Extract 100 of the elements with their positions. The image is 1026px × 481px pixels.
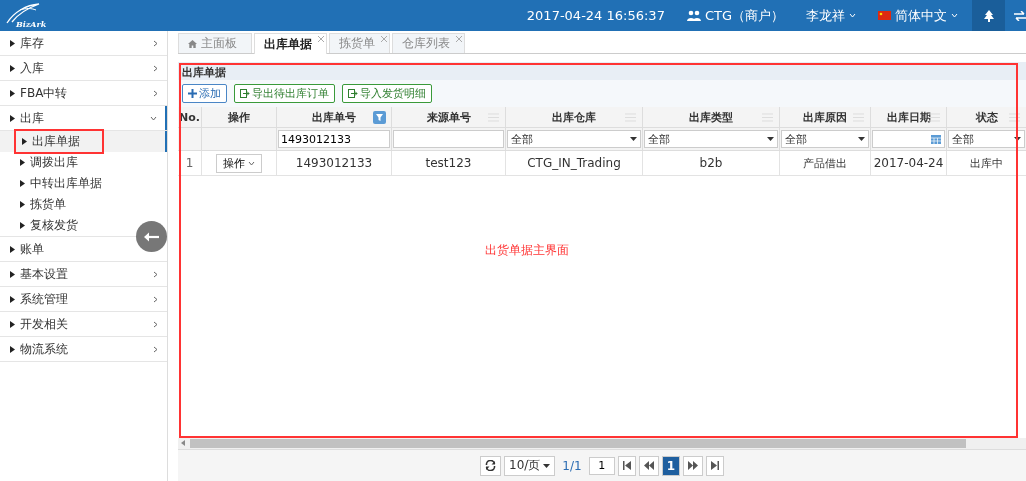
sidebar-item[interactable]: 开发相关 (0, 312, 167, 336)
column-header[interactable]: 来源单号 (392, 107, 506, 128)
page-button[interactable]: 1 (661, 455, 680, 476)
sidebar-item[interactable]: 物流系统 (0, 337, 167, 361)
export-button[interactable]: 导入发货明细 (342, 84, 432, 103)
submenu-item[interactable]: 复核发货 (0, 215, 130, 236)
last-page-button[interactable] (706, 455, 724, 476)
triangle-icon (10, 345, 15, 353)
column-header[interactable]: 状态 (947, 107, 1026, 128)
filter-dropdown[interactable]: 全部 (781, 130, 869, 148)
annotation-text: 出货单据主界面 (485, 242, 569, 259)
column-header[interactable]: 出库仓库 (506, 107, 643, 128)
refresh-button[interactable] (480, 455, 501, 476)
highlight-frame: 出库单据 (14, 129, 104, 154)
submenu-item[interactable]: 中转出库单据 (0, 173, 130, 194)
filter-dropdown[interactable]: 全部 (948, 130, 1025, 148)
export-icon (348, 89, 358, 98)
chevron-down-icon (150, 114, 157, 122)
sidebar-item[interactable]: 账单 (0, 237, 136, 261)
chevron-right-icon (152, 64, 159, 72)
first-page-icon (622, 461, 631, 470)
page-field[interactable]: 1 (588, 456, 615, 475)
fast-forward-icon (688, 461, 698, 470)
triangle-icon (10, 114, 15, 122)
sidebar-item[interactable]: 库存 (0, 31, 167, 55)
page-size-dropdown[interactable]: 10/页 (504, 455, 556, 476)
refresh-icon (485, 460, 496, 471)
chevron-down-icon (849, 13, 856, 18)
chevron-right-icon (152, 345, 159, 353)
column-header[interactable]: 出库类型 (643, 107, 780, 128)
next-page-button[interactable] (683, 455, 703, 476)
submenu-item[interactable]: 出库单据 (0, 131, 167, 152)
action-dropdown[interactable]: 操作 (216, 153, 262, 173)
caret-icon (1014, 137, 1021, 141)
previous-page-button[interactable] (638, 455, 659, 476)
triangle-icon (10, 39, 15, 47)
horizontal-scrollbar[interactable] (178, 438, 1026, 449)
flag-icon (878, 11, 891, 20)
column-header[interactable]: 操作 (202, 107, 277, 128)
chevron-right-icon (152, 89, 159, 97)
column-header[interactable]: 出库原因 (780, 107, 871, 128)
close-icon[interactable] (456, 36, 462, 42)
datetime: 2017-04-24 16:56:37 (526, 8, 665, 23)
filter-dropdown[interactable]: 全部 (507, 130, 641, 148)
close-icon[interactable] (381, 36, 387, 42)
swap-icon[interactable] (1014, 10, 1026, 21)
column-header[interactable]: 出库日期 (871, 107, 947, 128)
plus-icon (188, 89, 197, 98)
sidebar-item[interactable]: 系统管理 (0, 287, 167, 311)
notification-button[interactable] (972, 0, 1005, 31)
table-cell: 1493012133 (277, 151, 392, 176)
table-cell: 出库中 (947, 151, 1026, 176)
chevron-right-icon (152, 39, 159, 47)
row-number: 1 (178, 151, 202, 176)
first-page-button[interactable] (617, 455, 636, 476)
logo-text: BizArk (16, 19, 47, 29)
caret-icon (630, 137, 637, 141)
table-cell: 2017-04-24 (871, 151, 947, 176)
scroll-left-icon (181, 440, 185, 446)
close-icon[interactable] (318, 36, 324, 42)
tab[interactable]: 出库单据 (254, 33, 327, 54)
export-button[interactable]: 导出待出库订单 (234, 84, 335, 103)
triangle-icon (10, 64, 15, 72)
calendar-icon (931, 134, 941, 144)
caret-icon (543, 463, 551, 468)
language-menu[interactable]: 简体中文 (878, 6, 958, 25)
table-cell: test123 (392, 151, 506, 176)
table-cell: b2b (643, 151, 780, 176)
home-icon (188, 39, 197, 48)
chevron-right-icon (152, 295, 159, 303)
chevron-right-icon (152, 270, 159, 278)
submenu-item[interactable]: 拣货单 (0, 194, 130, 215)
caret-icon (858, 137, 865, 141)
filter-icon[interactable] (373, 111, 386, 124)
filter-dropdown[interactable]: 全部 (644, 130, 778, 148)
triangle-icon (20, 180, 25, 187)
collapse-sidebar-button[interactable] (136, 221, 167, 252)
chevron-down-icon (951, 13, 958, 18)
last-page-icon (711, 461, 719, 470)
chevron-down-icon (248, 160, 255, 166)
user-menu[interactable]: 李龙祥 (806, 6, 856, 25)
menu-icon[interactable] (1008, 111, 1021, 124)
filter-field[interactable]: 1493012133 (278, 130, 390, 148)
triangle-icon (20, 201, 25, 208)
triangle-icon (20, 159, 25, 166)
sidebar-item[interactable]: 基本设置 (0, 262, 167, 286)
sidebar-item[interactable]: FBA中转 (0, 81, 167, 105)
sidebar-item[interactable]: 入库 (0, 56, 167, 80)
page-count: 1/1 (561, 458, 583, 473)
merchant-label[interactable]: CTG（商户） (686, 6, 784, 25)
column-header[interactable]: 出库单号 (277, 107, 392, 128)
submenu-item[interactable]: 调拨出库 (0, 152, 130, 173)
triangle-icon (10, 295, 15, 303)
triangle-icon (20, 222, 25, 229)
chevron-right-icon (152, 320, 159, 328)
table-cell: 产品借出 (780, 151, 871, 176)
users-icon (686, 10, 701, 21)
add-button[interactable]: 添加 (182, 84, 227, 103)
arrow-left-icon (143, 231, 160, 242)
triangle-icon (10, 89, 15, 97)
